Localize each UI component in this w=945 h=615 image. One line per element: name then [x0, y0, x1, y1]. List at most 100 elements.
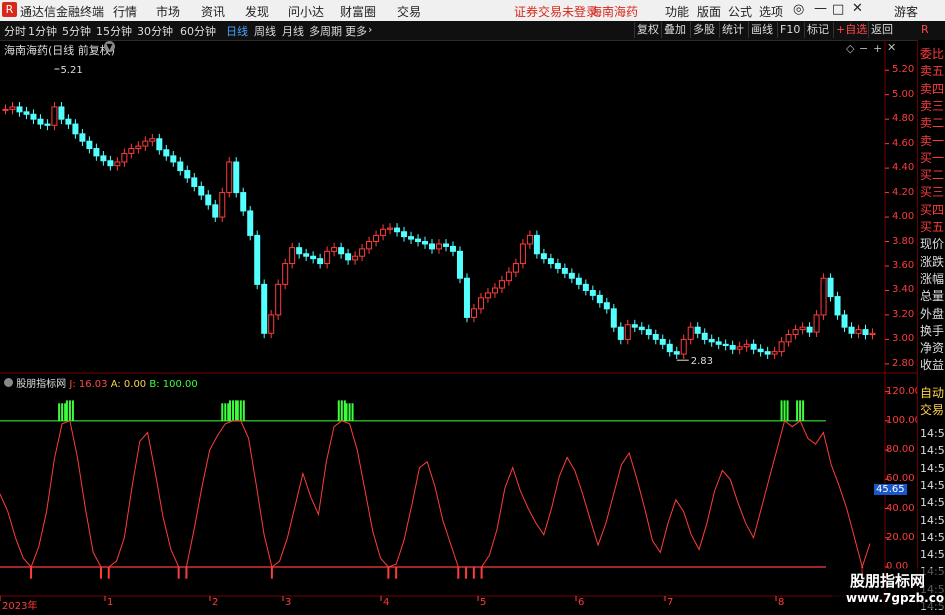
period-tab-15分钟[interactable]: 15分钟 [96, 23, 132, 39]
indicator-tick: 60.00 [886, 473, 915, 485]
menu-item-财富圈[interactable]: 财富圈 [340, 3, 376, 20]
indicator-tick: 120.00 [886, 385, 921, 397]
quote-side-panel: 委比 卖五 卖四 卖三 卖二 卖一 买一 买二 买三 买四 买五 现价 涨跌 涨幅 总量 外盘 换手 净资 收益 自动… [917, 40, 945, 613]
toolbar-button-复权[interactable]: 复权 [634, 22, 661, 38]
overbought-bar [343, 400, 346, 421]
period-tab-多周期[interactable]: 多周期 [309, 23, 342, 39]
period-tab-更多[interactable]: 更多 [345, 23, 367, 39]
period-tab-月线[interactable]: 月线 [282, 23, 304, 39]
candle-body [296, 247, 303, 255]
candle-body [645, 329, 652, 336]
candle-body [268, 314, 275, 334]
candle-body [757, 348, 764, 353]
menu-item-公式[interactable]: 公式 [728, 3, 752, 20]
period-tab-周线[interactable]: 周线 [254, 23, 276, 39]
period-tab-30分钟[interactable]: 30分钟 [137, 23, 173, 39]
candle-body [219, 192, 226, 218]
overbought-bar [232, 400, 235, 421]
toolbar-button-统计[interactable]: 统计 [719, 22, 746, 38]
panel-label-交易[interactable]: 交易 [920, 402, 944, 418]
time-axis-label: 2 [212, 597, 219, 608]
candle-body [436, 243, 442, 250]
period-tab-分时[interactable]: 分时 [4, 23, 26, 39]
candle-body [638, 326, 645, 331]
menu-item-功能[interactable]: 功能 [665, 3, 689, 20]
candle-body [233, 161, 240, 194]
candle-body [212, 204, 219, 218]
price-tick: 3.60 [892, 260, 915, 271]
menu-item-交易[interactable]: 交易 [397, 3, 421, 20]
overbought-bar [227, 403, 230, 421]
period-tab-日线[interactable]: 日线 [226, 23, 248, 39]
overbought-bar [337, 400, 340, 421]
quote-label-外盘: 外盘 [920, 306, 945, 321]
candle-body [107, 160, 114, 167]
toolbar-button-返回[interactable]: 返回 [868, 22, 895, 38]
toolbar-button-叠加[interactable]: 叠加 [661, 22, 688, 38]
toolbar-button-F10[interactable]: F10 [777, 22, 802, 38]
price-tick: 2.80 [892, 357, 915, 369]
candle-body [2, 108, 9, 111]
oversold-bar [457, 567, 460, 579]
candle-body [841, 314, 848, 328]
candle-body [310, 255, 317, 260]
indicator-name[interactable]: 股朋指标网 [16, 379, 66, 390]
candle-body [659, 338, 666, 345]
quote-label-委比: 委比 [920, 47, 945, 61]
time-axis-label: 6 [578, 597, 585, 608]
candle-body [240, 192, 247, 212]
period-tab-1分钟[interactable]: 1分钟 [28, 23, 57, 39]
candle-body [387, 227, 394, 230]
user-label[interactable]: 游客 [894, 3, 918, 20]
candle-body [338, 247, 345, 255]
toolbar-button-add-watchlist[interactable]: +自选 [833, 22, 869, 38]
toolbar-button-标记[interactable]: 标记 [804, 22, 831, 38]
close-icon[interactable]: ✕ [852, 1, 863, 16]
quote-label-净资: 净资 [920, 341, 945, 356]
maximize-icon[interactable]: □ [832, 2, 844, 17]
menu-item-问小达[interactable]: 问小达 [288, 3, 324, 20]
indicator-settings-icon[interactable] [4, 378, 13, 387]
price-tick: 5.00 [892, 88, 915, 100]
menu-item-市场[interactable]: 市场 [156, 3, 180, 20]
toolbar-button-画线[interactable]: 画线 [748, 22, 775, 38]
trade-login-notice[interactable]: 证券交易未登录 [514, 3, 598, 20]
minimize-icon[interactable]: — [814, 1, 827, 16]
oversold-bar [472, 567, 475, 579]
period-tab-60分钟[interactable]: 60分钟 [180, 23, 216, 39]
menu-bar: R 通达信金融终端 行情 市场 资讯 发现 问小达 财富圈 交易 证券交易未登录… [0, 0, 945, 22]
panel-label-自动[interactable]: 自动 [920, 385, 944, 401]
candle-body [862, 329, 869, 336]
menu-item-发现[interactable]: 发现 [245, 3, 269, 20]
period-tab-5分钟[interactable]: 5分钟 [62, 23, 91, 39]
menu-item-版面[interactable]: 版面 [697, 3, 721, 20]
candle-body [603, 302, 610, 310]
kline-chart[interactable]: 5.21 2.83 [0, 40, 917, 609]
time-axis-label: 2023年 [2, 601, 38, 612]
oversold-bar [177, 567, 180, 579]
candle-body [470, 308, 477, 318]
candle-body [100, 155, 107, 162]
candle-body [449, 245, 456, 252]
chevron-right-icon[interactable]: › [368, 23, 372, 36]
candle-body [722, 343, 729, 347]
menu-item-选项[interactable]: 选项 [759, 3, 783, 20]
candle-body [254, 234, 261, 285]
window-icon[interactable]: ◎ [793, 2, 804, 17]
price-tick: 3.20 [892, 308, 915, 320]
candle-body [37, 118, 44, 125]
menu-item-行情[interactable]: 行情 [113, 3, 137, 20]
candle-body [505, 271, 512, 282]
quote-label-卖三: 卖三 [920, 98, 945, 113]
candle-body [58, 106, 65, 120]
candle-body [694, 326, 701, 334]
overbought-bar [229, 400, 232, 421]
candle-body [512, 263, 519, 273]
time-label: 14:56 [920, 513, 945, 527]
indicator-a-value: A: 0.00 [110, 379, 147, 390]
candle-body [121, 152, 128, 163]
candle-body [624, 324, 631, 340]
candles-layer [2, 68, 876, 361]
toolbar-button-多股[interactable]: 多股 [690, 22, 717, 38]
menu-item-资讯[interactable]: 资讯 [201, 3, 225, 20]
